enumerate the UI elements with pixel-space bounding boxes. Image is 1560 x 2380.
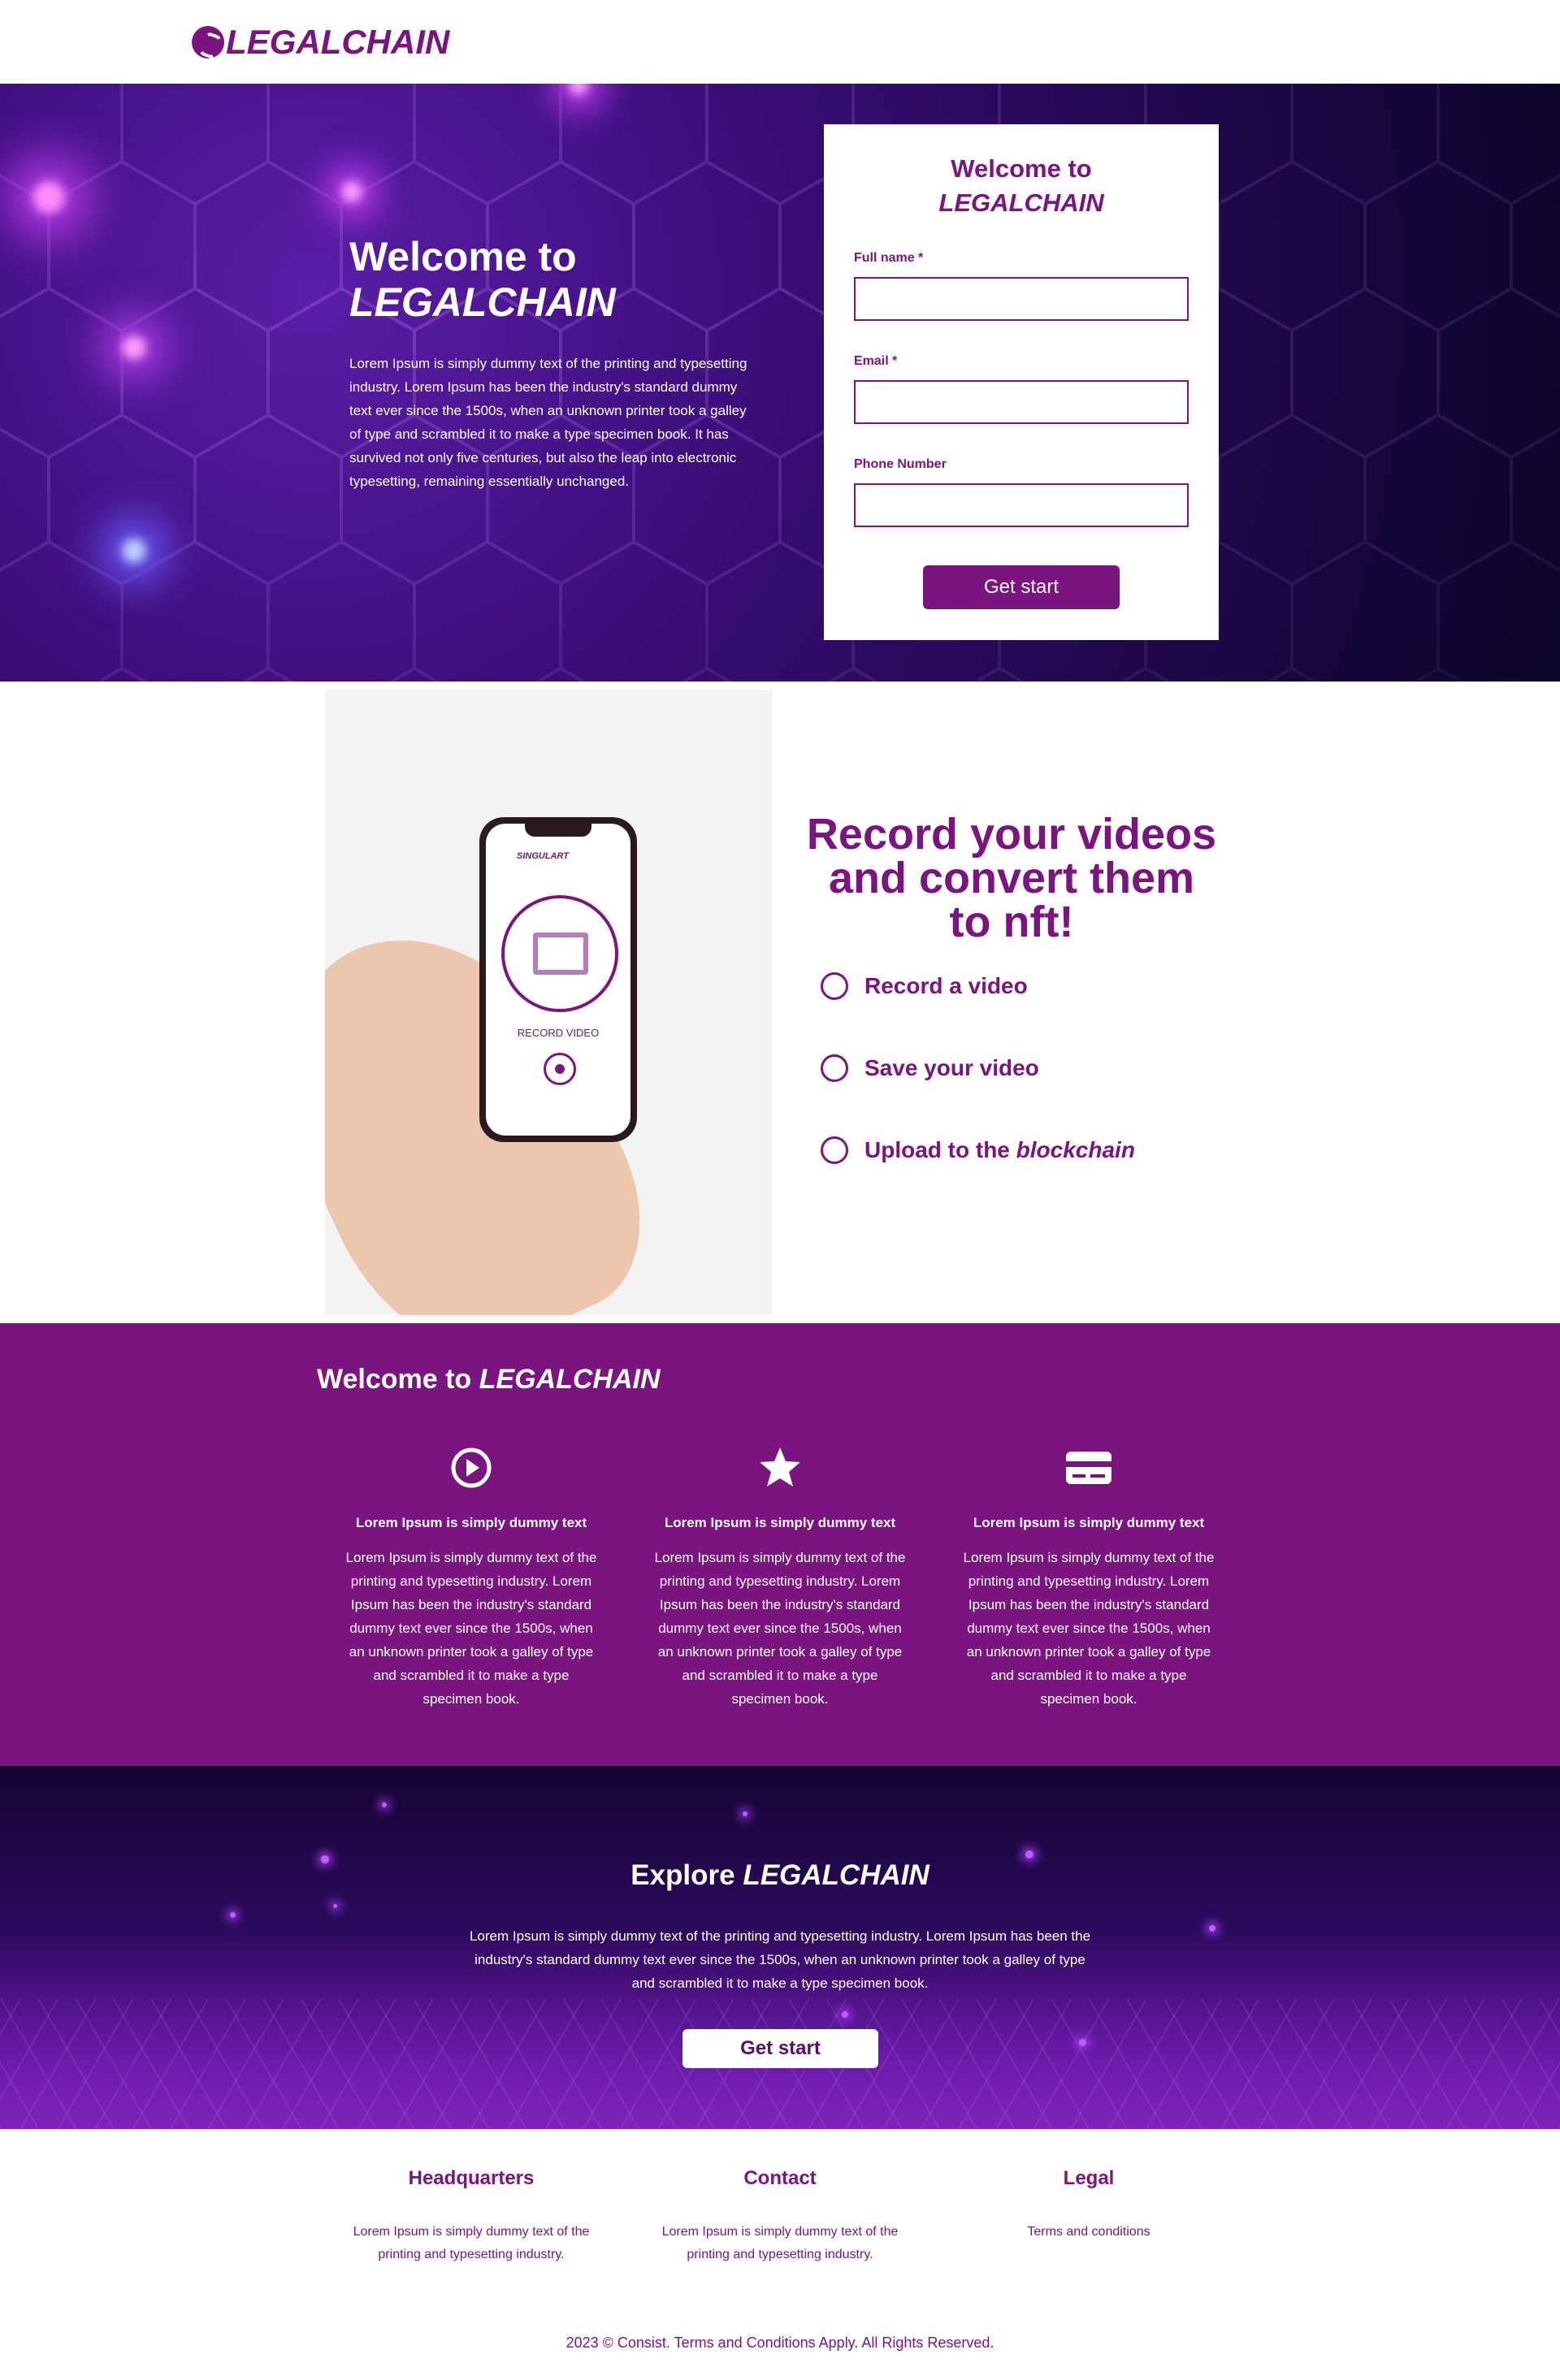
feature-card: Lorem Ipsum is simply dummy text Lorem I…	[963, 1445, 1215, 1711]
feature-card: Lorem Ipsum is simply dummy text Lorem I…	[345, 1445, 597, 1711]
clapperboard-body	[533, 933, 588, 975]
record-title: Record your videos and convert them to n…	[806, 810, 1217, 946]
record-button-icon	[544, 1053, 576, 1085]
feature-text: Lorem Ipsum is simply dummy text of the …	[654, 1550, 906, 1707]
light-glow	[122, 539, 146, 563]
phone-mockup: SINGULART RECORD VIDEO	[479, 817, 637, 1142]
logo-text: LEGALCHAIN	[226, 23, 450, 61]
particle	[1079, 2039, 1086, 2046]
phone-screen: SINGULART RECORD VIDEO	[486, 824, 630, 1136]
copyright: 2023 © Consist. Terms and Conditions App…	[566, 2335, 994, 2351]
feature-heading: Lorem Ipsum is simply dummy text	[973, 1515, 1205, 1530]
get-start-button[interactable]: Get start	[923, 565, 1120, 609]
particle	[1209, 1925, 1216, 1932]
hero-section: Welcome to LEGALCHAIN Lorem Ipsum is sim…	[0, 84, 1560, 682]
signup-form: Welcome to LEGALCHAIN Full name * Email …	[824, 124, 1219, 640]
explore-get-start-button[interactable]: Get start	[682, 2029, 878, 2068]
footer-heading: Contact	[743, 2167, 817, 2189]
footer-heading: Headquarters	[408, 2167, 535, 2189]
explore-title-prefix: Explore	[630, 1859, 743, 1891]
hero-title-line2: LEGALCHAIN	[349, 279, 616, 325]
footer-heading: Legal	[1063, 2167, 1115, 2189]
particle	[382, 1802, 387, 1807]
footer-legal: Legal Terms and conditions	[934, 2167, 1243, 2244]
light-glow	[32, 181, 65, 214]
email-label: Email *	[854, 354, 898, 368]
logo[interactable]: LEGALCHAIN	[192, 23, 449, 62]
footer-contact: Contact Lorem Ipsum is simply dummy text…	[626, 2167, 934, 2266]
hexagon-pattern	[0, 84, 1560, 682]
features-title: Welcome to LEGALCHAIN	[317, 1364, 661, 1396]
feature-heading: Lorem Ipsum is simply dummy text	[664, 1515, 896, 1530]
features-title-em: LEGALCHAIN	[479, 1364, 661, 1395]
site-header: LEGALCHAIN	[0, 0, 1560, 84]
features-section: Welcome to LEGALCHAIN Lorem Ipsum is sim…	[0, 1323, 1560, 1766]
email-field[interactable]	[854, 380, 1189, 424]
feature-card: Lorem Ipsum is simply dummy text Lorem I…	[654, 1445, 906, 1711]
step-label: Upload to the blockchain	[864, 1137, 1135, 1163]
radio-circle-icon	[821, 972, 848, 1000]
step-label: Save your video	[864, 1055, 1039, 1080]
star-icon	[760, 1447, 800, 1486]
particle	[333, 1904, 337, 1908]
phone-field[interactable]	[854, 483, 1189, 527]
step-record-video[interactable]: Record a video	[821, 972, 1028, 1000]
particle	[230, 1912, 236, 1918]
feature-heading: Lorem Ipsum is simply dummy text	[355, 1515, 587, 1530]
step-upload-blockchain[interactable]: Upload to the blockchain	[821, 1136, 1135, 1164]
form-title-line1: Welcome to	[951, 154, 1092, 183]
step-label-em: blockchain	[1016, 1137, 1135, 1162]
form-title-line2: LEGALCHAIN	[938, 188, 1104, 217]
full-name-field[interactable]	[854, 277, 1189, 321]
phone-brand: SINGULART	[517, 851, 569, 861]
explore-title-em: LEGALCHAIN	[743, 1859, 930, 1891]
step-label-text: Upload to the	[864, 1137, 1016, 1162]
explore-description: Lorem Ipsum is simply dummy text of the …	[469, 1928, 1091, 1991]
hero-title: Welcome to LEGALCHAIN	[349, 234, 616, 325]
particle	[842, 2011, 848, 2018]
feature-text: Lorem Ipsum is simply dummy text of the …	[963, 1550, 1215, 1707]
phone-image: SINGULART RECORD VIDEO	[325, 690, 772, 1315]
light-glow	[122, 335, 146, 360]
radio-circle-icon	[821, 1136, 848, 1164]
phone-notch	[525, 824, 592, 837]
light-glow	[341, 181, 362, 202]
step-save-video[interactable]: Save your video	[821, 1054, 1039, 1082]
explore-section: Explore LEGALCHAIN Lorem Ipsum is simply…	[0, 1766, 1560, 2129]
footer-text: Lorem Ipsum is simply dummy text of the …	[353, 2225, 590, 2261]
explore-title: Explore LEGALCHAIN	[0, 1859, 1560, 1892]
footer-headquarters: Headquarters Lorem Ipsum is simply dummy…	[317, 2167, 626, 2266]
hero-description: Lorem Ipsum is simply dummy text of the …	[349, 356, 748, 489]
particle	[743, 1811, 748, 1816]
credit-card-icon	[1066, 1452, 1112, 1484]
feature-text: Lorem Ipsum is simply dummy text of the …	[345, 1550, 597, 1707]
logo-mark-icon	[192, 26, 224, 58]
features-title-prefix: Welcome to	[317, 1364, 479, 1395]
footer-text: Lorem Ipsum is simply dummy text of the …	[661, 2225, 899, 2261]
phone-record-label: RECORD VIDEO	[517, 1027, 600, 1039]
radio-circle-icon	[821, 1054, 848, 1082]
particle	[1025, 1850, 1034, 1859]
hero-title-line1: Welcome to	[349, 234, 577, 279]
terms-link[interactable]: Terms and conditions	[934, 2221, 1243, 2244]
form-title: Welcome to LEGALCHAIN	[824, 152, 1219, 220]
step-label: Record a video	[864, 973, 1028, 998]
clapperboard-icon	[501, 895, 618, 1012]
phone-label: Phone Number	[854, 457, 947, 471]
play-circle-icon	[451, 1447, 492, 1488]
full-name-label: Full name *	[854, 251, 924, 265]
